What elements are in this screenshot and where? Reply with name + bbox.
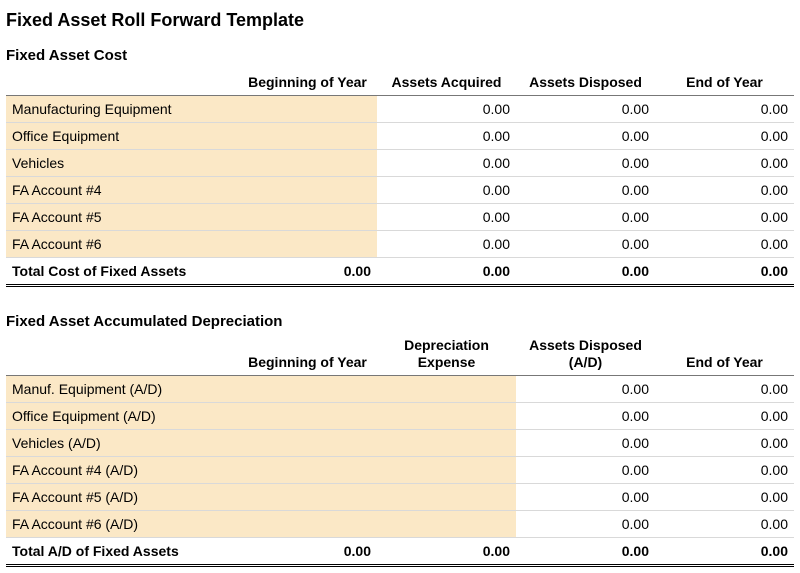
cost-cell-disp: 0.00 xyxy=(516,96,655,123)
cost-cell-disp: 0.00 xyxy=(516,231,655,258)
ad-row-label[interactable]: Vehicles (A/D) xyxy=(6,429,238,456)
page-title: Fixed Asset Roll Forward Template xyxy=(6,10,794,31)
cost-cell-acq: 0.00 xyxy=(377,150,516,177)
cost-total-end: 0.00 xyxy=(655,258,794,286)
ad-cell-beg[interactable] xyxy=(238,402,377,429)
cost-row-label[interactable]: FA Account #5 xyxy=(6,204,238,231)
cost-total-label: Total Cost of Fixed Assets xyxy=(6,258,238,286)
ad-row-label[interactable]: FA Account #6 (A/D) xyxy=(6,510,238,537)
ad-cell-dep[interactable] xyxy=(377,375,516,402)
ad-cell-end: 0.00 xyxy=(655,429,794,456)
ad-cell-end: 0.00 xyxy=(655,456,794,483)
table-row: Office Equipment (A/D) 0.00 0.00 xyxy=(6,402,794,429)
table-row: FA Account #4 0.00 0.00 0.00 xyxy=(6,177,794,204)
cost-section-heading: Fixed Asset Cost xyxy=(6,47,794,64)
ad-row-label[interactable]: FA Account #4 (A/D) xyxy=(6,456,238,483)
cost-row-label[interactable]: FA Account #4 xyxy=(6,177,238,204)
ad-cell-beg[interactable] xyxy=(238,429,377,456)
cost-header-end: End of Year xyxy=(655,68,794,96)
ad-cell-dep[interactable] xyxy=(377,429,516,456)
cost-cell-disp: 0.00 xyxy=(516,150,655,177)
table-row: FA Account #6 (A/D) 0.00 0.00 xyxy=(6,510,794,537)
cost-header-beg: Beginning of Year xyxy=(238,68,377,96)
ad-row-label[interactable]: Manuf. Equipment (A/D) xyxy=(6,375,238,402)
ad-row-label[interactable]: FA Account #5 (A/D) xyxy=(6,483,238,510)
cost-cell-beg[interactable] xyxy=(238,231,377,258)
ad-cell-end: 0.00 xyxy=(655,375,794,402)
cost-cell-end: 0.00 xyxy=(655,150,794,177)
ad-header-disp: Assets Disposed (A/D) xyxy=(516,334,655,375)
cost-cell-beg[interactable] xyxy=(238,204,377,231)
cost-total-disp: 0.00 xyxy=(516,258,655,286)
cost-row-label[interactable]: Office Equipment xyxy=(6,123,238,150)
cost-cell-disp: 0.00 xyxy=(516,123,655,150)
ad-header-beg: Beginning of Year xyxy=(238,334,377,375)
cost-row-label[interactable]: FA Account #6 xyxy=(6,231,238,258)
cost-cell-acq: 0.00 xyxy=(377,123,516,150)
ad-cell-end: 0.00 xyxy=(655,402,794,429)
table-row: FA Account #5 (A/D) 0.00 0.00 xyxy=(6,483,794,510)
ad-cell-beg[interactable] xyxy=(238,510,377,537)
table-row: Office Equipment 0.00 0.00 0.00 xyxy=(6,123,794,150)
cost-total-acq: 0.00 xyxy=(377,258,516,286)
table-row: Manuf. Equipment (A/D) 0.00 0.00 xyxy=(6,375,794,402)
ad-cell-disp: 0.00 xyxy=(516,429,655,456)
table-row: FA Account #5 0.00 0.00 0.00 xyxy=(6,204,794,231)
cost-cell-beg[interactable] xyxy=(238,96,377,123)
cost-header-acq: Assets Acquired xyxy=(377,68,516,96)
table-row: Vehicles (A/D) 0.00 0.00 xyxy=(6,429,794,456)
cost-cell-beg[interactable] xyxy=(238,123,377,150)
cost-cell-acq: 0.00 xyxy=(377,177,516,204)
cost-header-label xyxy=(6,68,238,96)
cost-cell-end: 0.00 xyxy=(655,123,794,150)
ad-row-label[interactable]: Office Equipment (A/D) xyxy=(6,402,238,429)
cost-cell-acq: 0.00 xyxy=(377,96,516,123)
ad-cell-beg[interactable] xyxy=(238,483,377,510)
ad-cell-dep[interactable] xyxy=(377,510,516,537)
ad-cell-disp: 0.00 xyxy=(516,483,655,510)
cost-table: Beginning of Year Assets Acquired Assets… xyxy=(6,68,794,287)
cost-total-row: Total Cost of Fixed Assets 0.00 0.00 0.0… xyxy=(6,258,794,286)
table-row: Vehicles 0.00 0.00 0.00 xyxy=(6,150,794,177)
ad-cell-disp: 0.00 xyxy=(516,510,655,537)
ad-cell-beg[interactable] xyxy=(238,456,377,483)
ad-section-heading: Fixed Asset Accumulated Depreciation xyxy=(6,313,794,330)
ad-cell-disp: 0.00 xyxy=(516,456,655,483)
cost-cell-end: 0.00 xyxy=(655,96,794,123)
ad-cell-disp: 0.00 xyxy=(516,402,655,429)
cost-row-label[interactable]: Manufacturing Equipment xyxy=(6,96,238,123)
cost-cell-end: 0.00 xyxy=(655,231,794,258)
ad-header-end: End of Year xyxy=(655,334,794,375)
ad-cell-dep[interactable] xyxy=(377,402,516,429)
ad-cell-dep[interactable] xyxy=(377,483,516,510)
ad-cell-end: 0.00 xyxy=(655,510,794,537)
cost-cell-beg[interactable] xyxy=(238,177,377,204)
cost-total-beg: 0.00 xyxy=(238,258,377,286)
ad-table: Beginning of Year Depreciation Expense A… xyxy=(6,334,794,567)
cost-cell-disp: 0.00 xyxy=(516,204,655,231)
ad-header-dep: Depreciation Expense xyxy=(377,334,516,375)
cost-cell-end: 0.00 xyxy=(655,204,794,231)
ad-cell-disp: 0.00 xyxy=(516,375,655,402)
cost-header-disp: Assets Disposed xyxy=(516,68,655,96)
cost-row-label[interactable]: Vehicles xyxy=(6,150,238,177)
cost-cell-acq: 0.00 xyxy=(377,231,516,258)
ad-cell-dep[interactable] xyxy=(377,456,516,483)
cost-cell-beg[interactable] xyxy=(238,150,377,177)
ad-header-label xyxy=(6,334,238,375)
ad-cell-beg[interactable] xyxy=(238,375,377,402)
cost-cell-disp: 0.00 xyxy=(516,177,655,204)
table-row: Manufacturing Equipment 0.00 0.00 0.00 xyxy=(6,96,794,123)
table-row: FA Account #6 0.00 0.00 0.00 xyxy=(6,231,794,258)
ad-cell-end: 0.00 xyxy=(655,483,794,510)
cost-cell-acq: 0.00 xyxy=(377,204,516,231)
table-row: FA Account #4 (A/D) 0.00 0.00 xyxy=(6,456,794,483)
cost-cell-end: 0.00 xyxy=(655,177,794,204)
